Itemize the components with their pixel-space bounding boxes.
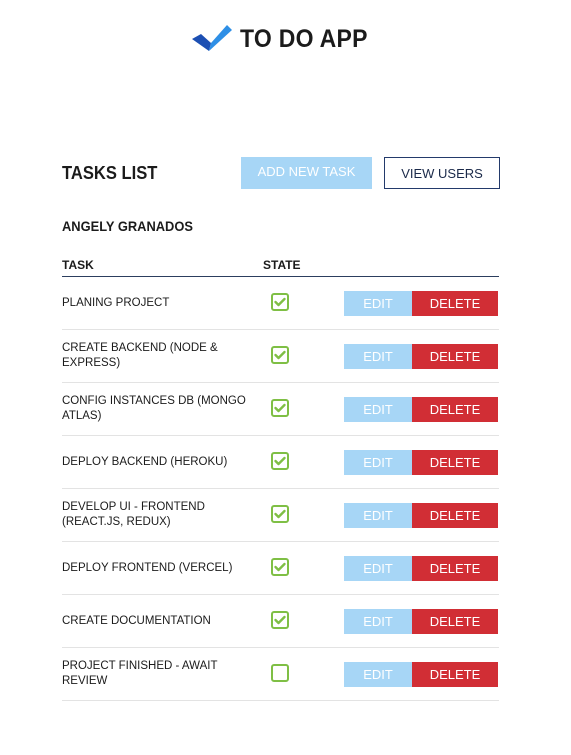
view-users-button[interactable]: VIEW USERS (384, 157, 500, 189)
tasks-list-title: TASKS LIST (62, 163, 158, 183)
delete-button[interactable]: DELETE (412, 450, 498, 475)
add-new-task-button[interactable]: ADD NEW TASK (241, 157, 372, 189)
task-name: PROJECT FINISHED - AWAIT REVIEW (62, 660, 218, 687)
table-row: PLANING PROJECT EDIT DELETE (62, 277, 499, 330)
task-name: PLANING PROJECT (62, 296, 170, 309)
table-header: TASK STATE (62, 255, 499, 277)
app-title: TO DO APP (240, 24, 368, 53)
edit-button[interactable]: EDIT (344, 556, 412, 581)
table-row: DEPLOY FRONTEND (VERCEL) EDIT DELETE (62, 542, 499, 595)
app-header: TO DO APP (0, 14, 571, 64)
delete-button[interactable]: DELETE (412, 503, 498, 528)
table-row: DEVELOP UI - FRONTEND (REACT.JS, REDUX) E… (62, 489, 499, 542)
user-name: ANGELY GRANADOS (62, 218, 193, 234)
delete-button[interactable]: DELETE (412, 291, 498, 316)
edit-button[interactable]: EDIT (344, 450, 412, 475)
edit-button[interactable]: EDIT (344, 662, 412, 687)
column-header-state: STATE (263, 258, 301, 272)
task-name: DEPLOY FRONTEND (VERCEL) (62, 561, 233, 574)
task-name: DEPLOY BACKEND (HEROKU) (62, 455, 228, 468)
edit-button[interactable]: EDIT (344, 503, 412, 528)
table-body: PLANING PROJECT EDIT DELETE CREATE BACKEND … (62, 277, 499, 701)
checked-checkbox-icon[interactable] (271, 558, 289, 576)
checked-checkbox-icon[interactable] (271, 346, 289, 364)
delete-button[interactable]: DELETE (412, 556, 498, 581)
edit-button[interactable]: EDIT (344, 397, 412, 422)
delete-button[interactable]: DELETE (412, 662, 498, 687)
checked-checkbox-icon[interactable] (271, 399, 289, 417)
table-row: CREATE BACKEND (NODE & EXPRESS) EDIT DELET… (62, 330, 499, 383)
column-header-task: TASK (62, 258, 94, 272)
task-name: DEVELOP UI - FRONTEND (REACT.JS, REDUX) (62, 501, 205, 528)
edit-button[interactable]: EDIT (344, 344, 412, 369)
checked-checkbox-icon[interactable] (271, 505, 289, 523)
table-row: DEPLOY BACKEND (HEROKU) EDIT DELETE (62, 436, 499, 489)
unchecked-checkbox-icon[interactable] (271, 664, 289, 682)
check-logo-icon (192, 25, 233, 51)
edit-button[interactable]: EDIT (344, 609, 412, 634)
toolbar: TASKS LIST ADD NEW TASK VIEW USERS (62, 157, 500, 189)
tasks-table: TASK STATE PLANING PROJECT EDIT DELETE CREA… (62, 255, 499, 701)
delete-button[interactable]: DELETE (412, 344, 498, 369)
task-name: CREATE BACKEND (NODE & EXPRESS) (62, 342, 218, 369)
task-name: CREATE DOCUMENTATION (62, 614, 211, 627)
edit-button[interactable]: EDIT (344, 291, 412, 316)
table-row: CREATE DOCUMENTATION EDIT DELETE (62, 595, 499, 648)
task-name: CONFIG INSTANCES DB (MONGO ATLAS) (62, 395, 246, 422)
checked-checkbox-icon[interactable] (271, 611, 289, 629)
table-row: PROJECT FINISHED - AWAIT REVIEW EDIT DELET… (62, 648, 499, 701)
checked-checkbox-icon[interactable] (271, 293, 289, 311)
delete-button[interactable]: DELETE (412, 609, 498, 634)
table-row: CONFIG INSTANCES DB (MONGO ATLAS) EDIT DEL… (62, 383, 499, 436)
checked-checkbox-icon[interactable] (271, 452, 289, 470)
delete-button[interactable]: DELETE (412, 397, 498, 422)
